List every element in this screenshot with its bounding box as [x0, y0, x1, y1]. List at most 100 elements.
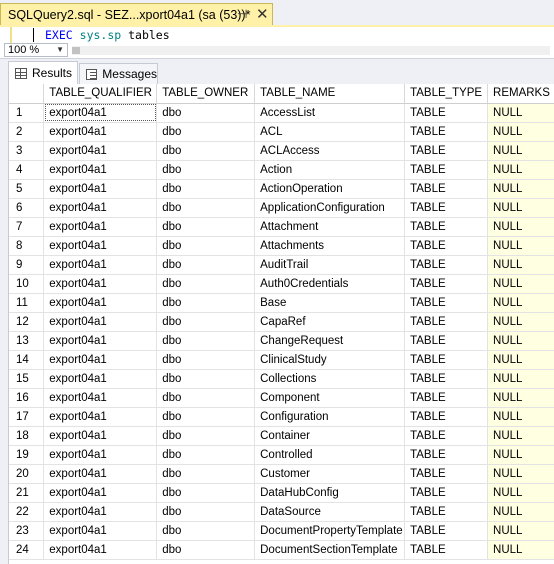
cell-table-qualifier[interactable]: export04a1	[43, 255, 158, 275]
cell-table-qualifier[interactable]: export04a1	[43, 312, 158, 332]
tab-messages[interactable]: Messages	[79, 63, 158, 84]
table-row[interactable]: 7 export04a1 dbo Attachment TABLE NULL	[9, 217, 554, 237]
cell-table-owner[interactable]: dbo	[156, 445, 256, 465]
table-row[interactable]: 11 export04a1 dbo Base TABLE NULL	[9, 293, 554, 313]
column-header-table-name[interactable]: TABLE_NAME	[254, 84, 406, 104]
cell-table-owner[interactable]: dbo	[156, 179, 256, 199]
row-number[interactable]: 2	[9, 122, 45, 142]
cell-table-qualifier[interactable]: export04a1	[43, 331, 158, 351]
table-row[interactable]: 13 export04a1 dbo ChangeRequest TABLE NULL	[9, 331, 554, 351]
cell-table-qualifier[interactable]: export04a1	[43, 350, 158, 370]
cell-table-owner[interactable]: dbo	[156, 122, 256, 142]
table-row[interactable]: 4 export04a1 dbo Action TABLE NULL	[9, 160, 554, 180]
cell-table-owner[interactable]: dbo	[156, 160, 256, 180]
cell-remarks[interactable]: NULL	[487, 464, 554, 484]
table-row[interactable]: 22 export04a1 dbo DataSource TABLE NULL	[9, 502, 554, 522]
cell-table-qualifier[interactable]: export04a1	[43, 521, 158, 541]
row-number[interactable]: 24	[9, 540, 45, 560]
table-row[interactable]: 6 export04a1 dbo ApplicationConfiguration TA…	[9, 198, 554, 218]
cell-table-type[interactable]: TABLE	[404, 141, 489, 161]
row-number[interactable]: 6	[9, 198, 45, 218]
cell-table-owner[interactable]: dbo	[156, 198, 256, 218]
cell-table-name[interactable]: DocumentPropertyTemplate	[254, 521, 406, 541]
cell-remarks[interactable]: NULL	[487, 350, 554, 370]
table-row[interactable]: 24 export04a1 dbo DocumentSectionTemplate TA…	[9, 540, 554, 560]
cell-table-owner[interactable]: dbo	[156, 236, 256, 256]
cell-table-type[interactable]: TABLE	[404, 236, 489, 256]
cell-table-qualifier[interactable]: export04a1	[43, 274, 158, 294]
table-row[interactable]: 20 export04a1 dbo Customer TABLE NULL	[9, 464, 554, 484]
table-row[interactable]: 15 export04a1 dbo Collections TABLE NULL	[9, 369, 554, 389]
cell-table-owner[interactable]: dbo	[156, 426, 256, 446]
row-number[interactable]: 14	[9, 350, 45, 370]
cell-table-name[interactable]: ClinicalStudy	[254, 350, 406, 370]
cell-table-type[interactable]: TABLE	[404, 445, 489, 465]
cell-table-type[interactable]: TABLE	[404, 331, 489, 351]
cell-table-type[interactable]: TABLE	[404, 293, 489, 313]
cell-table-name[interactable]: Customer	[254, 464, 406, 484]
results-grid[interactable]: TABLE_QUALIFIER TABLE_OWNER TABLE_NAME T…	[8, 84, 554, 564]
cell-table-qualifier[interactable]: export04a1	[43, 236, 158, 256]
cell-remarks[interactable]: NULL	[487, 103, 554, 123]
cell-table-type[interactable]: TABLE	[404, 217, 489, 237]
cell-table-type[interactable]: TABLE	[404, 350, 489, 370]
cell-remarks[interactable]: NULL	[487, 540, 554, 560]
cell-table-qualifier[interactable]: export04a1	[43, 483, 158, 503]
sql-code-line[interactable]: EXEC sys.sp tables	[45, 28, 170, 42]
cell-table-owner[interactable]: dbo	[156, 217, 256, 237]
row-number[interactable]: 17	[9, 407, 45, 427]
cell-table-type[interactable]: TABLE	[404, 179, 489, 199]
editor-horizontal-scrollbar[interactable]	[72, 46, 550, 55]
cell-table-type[interactable]: TABLE	[404, 198, 489, 218]
row-number[interactable]: 9	[9, 255, 45, 275]
cell-table-name[interactable]: AccessList	[254, 103, 406, 123]
cell-table-owner[interactable]: dbo	[156, 255, 256, 275]
cell-remarks[interactable]: NULL	[487, 521, 554, 541]
cell-remarks[interactable]: NULL	[487, 388, 554, 408]
cell-table-name[interactable]: Container	[254, 426, 406, 446]
row-number[interactable]: 11	[9, 293, 45, 313]
cell-table-name[interactable]: Collections	[254, 369, 406, 389]
table-row[interactable]: 19 export04a1 dbo Controlled TABLE NULL	[9, 445, 554, 465]
column-header-remarks[interactable]: REMARKS	[487, 84, 554, 104]
cell-remarks[interactable]: NULL	[487, 255, 554, 275]
cell-table-name[interactable]: ACL	[254, 122, 406, 142]
cell-table-owner[interactable]: dbo	[156, 521, 256, 541]
cell-table-owner[interactable]: dbo	[156, 369, 256, 389]
cell-table-type[interactable]: TABLE	[404, 388, 489, 408]
table-row[interactable]: 17 export04a1 dbo Configuration TABLE NULL	[9, 407, 554, 427]
cell-table-owner[interactable]: dbo	[156, 331, 256, 351]
table-row[interactable]: 14 export04a1 dbo ClinicalStudy TABLE NULL	[9, 350, 554, 370]
cell-remarks[interactable]: NULL	[487, 217, 554, 237]
cell-table-qualifier[interactable]: export04a1	[43, 293, 158, 313]
cell-table-type[interactable]: TABLE	[404, 312, 489, 332]
cell-table-name[interactable]: Controlled	[254, 445, 406, 465]
row-number[interactable]: 18	[9, 426, 45, 446]
cell-table-qualifier[interactable]: export04a1	[43, 198, 158, 218]
row-number[interactable]: 4	[9, 160, 45, 180]
table-row[interactable]: 23 export04a1 dbo DocumentPropertyTemplate T…	[9, 521, 554, 541]
cell-remarks[interactable]: NULL	[487, 312, 554, 332]
cell-table-qualifier[interactable]: export04a1	[43, 464, 158, 484]
table-row[interactable]: 1 export04a1 dbo AccessList TABLE NULL	[9, 103, 554, 123]
table-row[interactable]: 8 export04a1 dbo Attachments TABLE NULL	[9, 236, 554, 256]
cell-table-qualifier[interactable]: export04a1	[43, 122, 158, 142]
cell-table-owner[interactable]: dbo	[156, 483, 256, 503]
row-number-header[interactable]	[9, 84, 45, 104]
cell-table-name[interactable]: DataHubConfig	[254, 483, 406, 503]
cell-table-qualifier[interactable]: export04a1	[43, 502, 158, 522]
table-row[interactable]: 21 export04a1 dbo DataHubConfig TABLE NULL	[9, 483, 554, 503]
cell-table-name[interactable]: ACLAccess	[254, 141, 406, 161]
cell-table-name[interactable]: Configuration	[254, 407, 406, 427]
cell-table-name[interactable]: AuditTrail	[254, 255, 406, 275]
cell-table-owner[interactable]: dbo	[156, 502, 256, 522]
zoom-select[interactable]: 100 % ▼	[4, 43, 68, 57]
cell-table-qualifier[interactable]: export04a1	[43, 103, 158, 123]
row-number[interactable]: 12	[9, 312, 45, 332]
cell-table-owner[interactable]: dbo	[156, 293, 256, 313]
column-header-table-qualifier[interactable]: TABLE_QUALIFIER	[43, 84, 158, 104]
cell-remarks[interactable]: NULL	[487, 198, 554, 218]
cell-table-owner[interactable]: dbo	[156, 350, 256, 370]
cell-table-type[interactable]: TABLE	[404, 426, 489, 446]
cell-table-type[interactable]: TABLE	[404, 502, 489, 522]
